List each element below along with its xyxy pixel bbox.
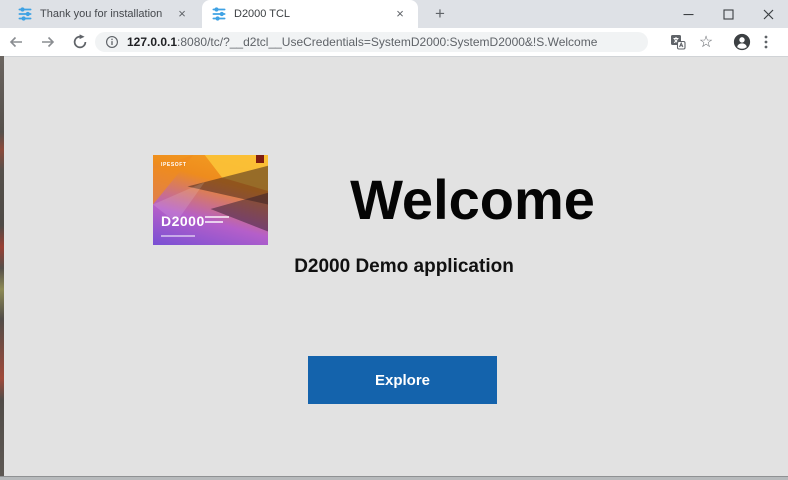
window-minimize-button[interactable] xyxy=(668,0,708,28)
browser-menu-button[interactable] xyxy=(754,30,778,54)
d2000-favicon-icon xyxy=(212,7,226,21)
address-bar[interactable]: 127.0.0.1:8080/tc/?__d2tcl__UseCredentia… xyxy=(95,32,648,52)
translate-button[interactable] xyxy=(666,30,690,54)
logo-product-text: D2000 xyxy=(161,213,205,229)
close-icon xyxy=(763,9,774,20)
d2000-product-image: IPESOFT D2000 xyxy=(153,155,268,245)
tab-close-icon[interactable]: × xyxy=(392,6,408,22)
reload-button[interactable] xyxy=(68,30,92,54)
tab-thank-you-for-installation[interactable]: Thank you for installation × xyxy=(10,0,198,28)
logo-text-bar xyxy=(205,216,229,218)
window-bottom-edge xyxy=(0,476,788,480)
avatar-icon xyxy=(733,33,751,51)
kebab-menu-icon xyxy=(758,34,774,50)
forward-arrow-icon xyxy=(40,34,56,50)
reload-icon xyxy=(72,34,88,50)
d2000-favicon-icon xyxy=(18,7,32,21)
url-path: :8080/tc/?__d2tcl__UseCredentials=System… xyxy=(177,35,597,49)
logo-red-square xyxy=(256,155,264,163)
browser-window: Thank you for installation × D2000 TCL xyxy=(0,0,788,480)
tab-strip: Thank you for installation × D2000 TCL xyxy=(0,0,788,28)
new-tab-button[interactable]: + xyxy=(428,3,452,25)
window-close-button[interactable] xyxy=(748,0,788,28)
page-title: Welcome xyxy=(280,158,665,242)
page-subtitle: D2000 Demo application xyxy=(0,256,788,278)
tab-label: D2000 TCL xyxy=(234,8,392,20)
logo-brand-text: IPESOFT xyxy=(161,162,187,168)
window-maximize-button[interactable] xyxy=(708,0,748,28)
url-text: 127.0.0.1:8080/tc/?__d2tcl__UseCredentia… xyxy=(127,35,597,49)
translate-icon xyxy=(670,34,686,50)
url-host: 127.0.0.1 xyxy=(127,35,177,49)
tab-label: Thank you for installation xyxy=(40,8,174,20)
page-content: IPESOFT D2000 Welcome D2000 Demo applica… xyxy=(0,57,788,480)
profile-avatar-button[interactable] xyxy=(730,30,754,54)
background-window-sliver xyxy=(0,56,4,480)
window-controls xyxy=(668,0,788,28)
logo-text-bar xyxy=(205,221,223,223)
bookmark-star-button[interactable]: ☆ xyxy=(694,30,718,54)
back-button[interactable] xyxy=(4,30,28,54)
explore-button[interactable]: Explore xyxy=(308,356,497,404)
maximize-icon xyxy=(723,9,734,20)
forward-button[interactable] xyxy=(36,30,60,54)
tab-d2000-tcl[interactable]: D2000 TCL × xyxy=(202,0,418,28)
minimize-icon xyxy=(683,9,694,20)
tab-close-icon[interactable]: × xyxy=(174,6,190,22)
logo-text-bar xyxy=(161,235,195,237)
browser-toolbar: 127.0.0.1:8080/tc/?__d2tcl__UseCredentia… xyxy=(0,28,788,57)
back-arrow-icon xyxy=(8,34,24,50)
page-info-icon[interactable] xyxy=(105,35,119,49)
